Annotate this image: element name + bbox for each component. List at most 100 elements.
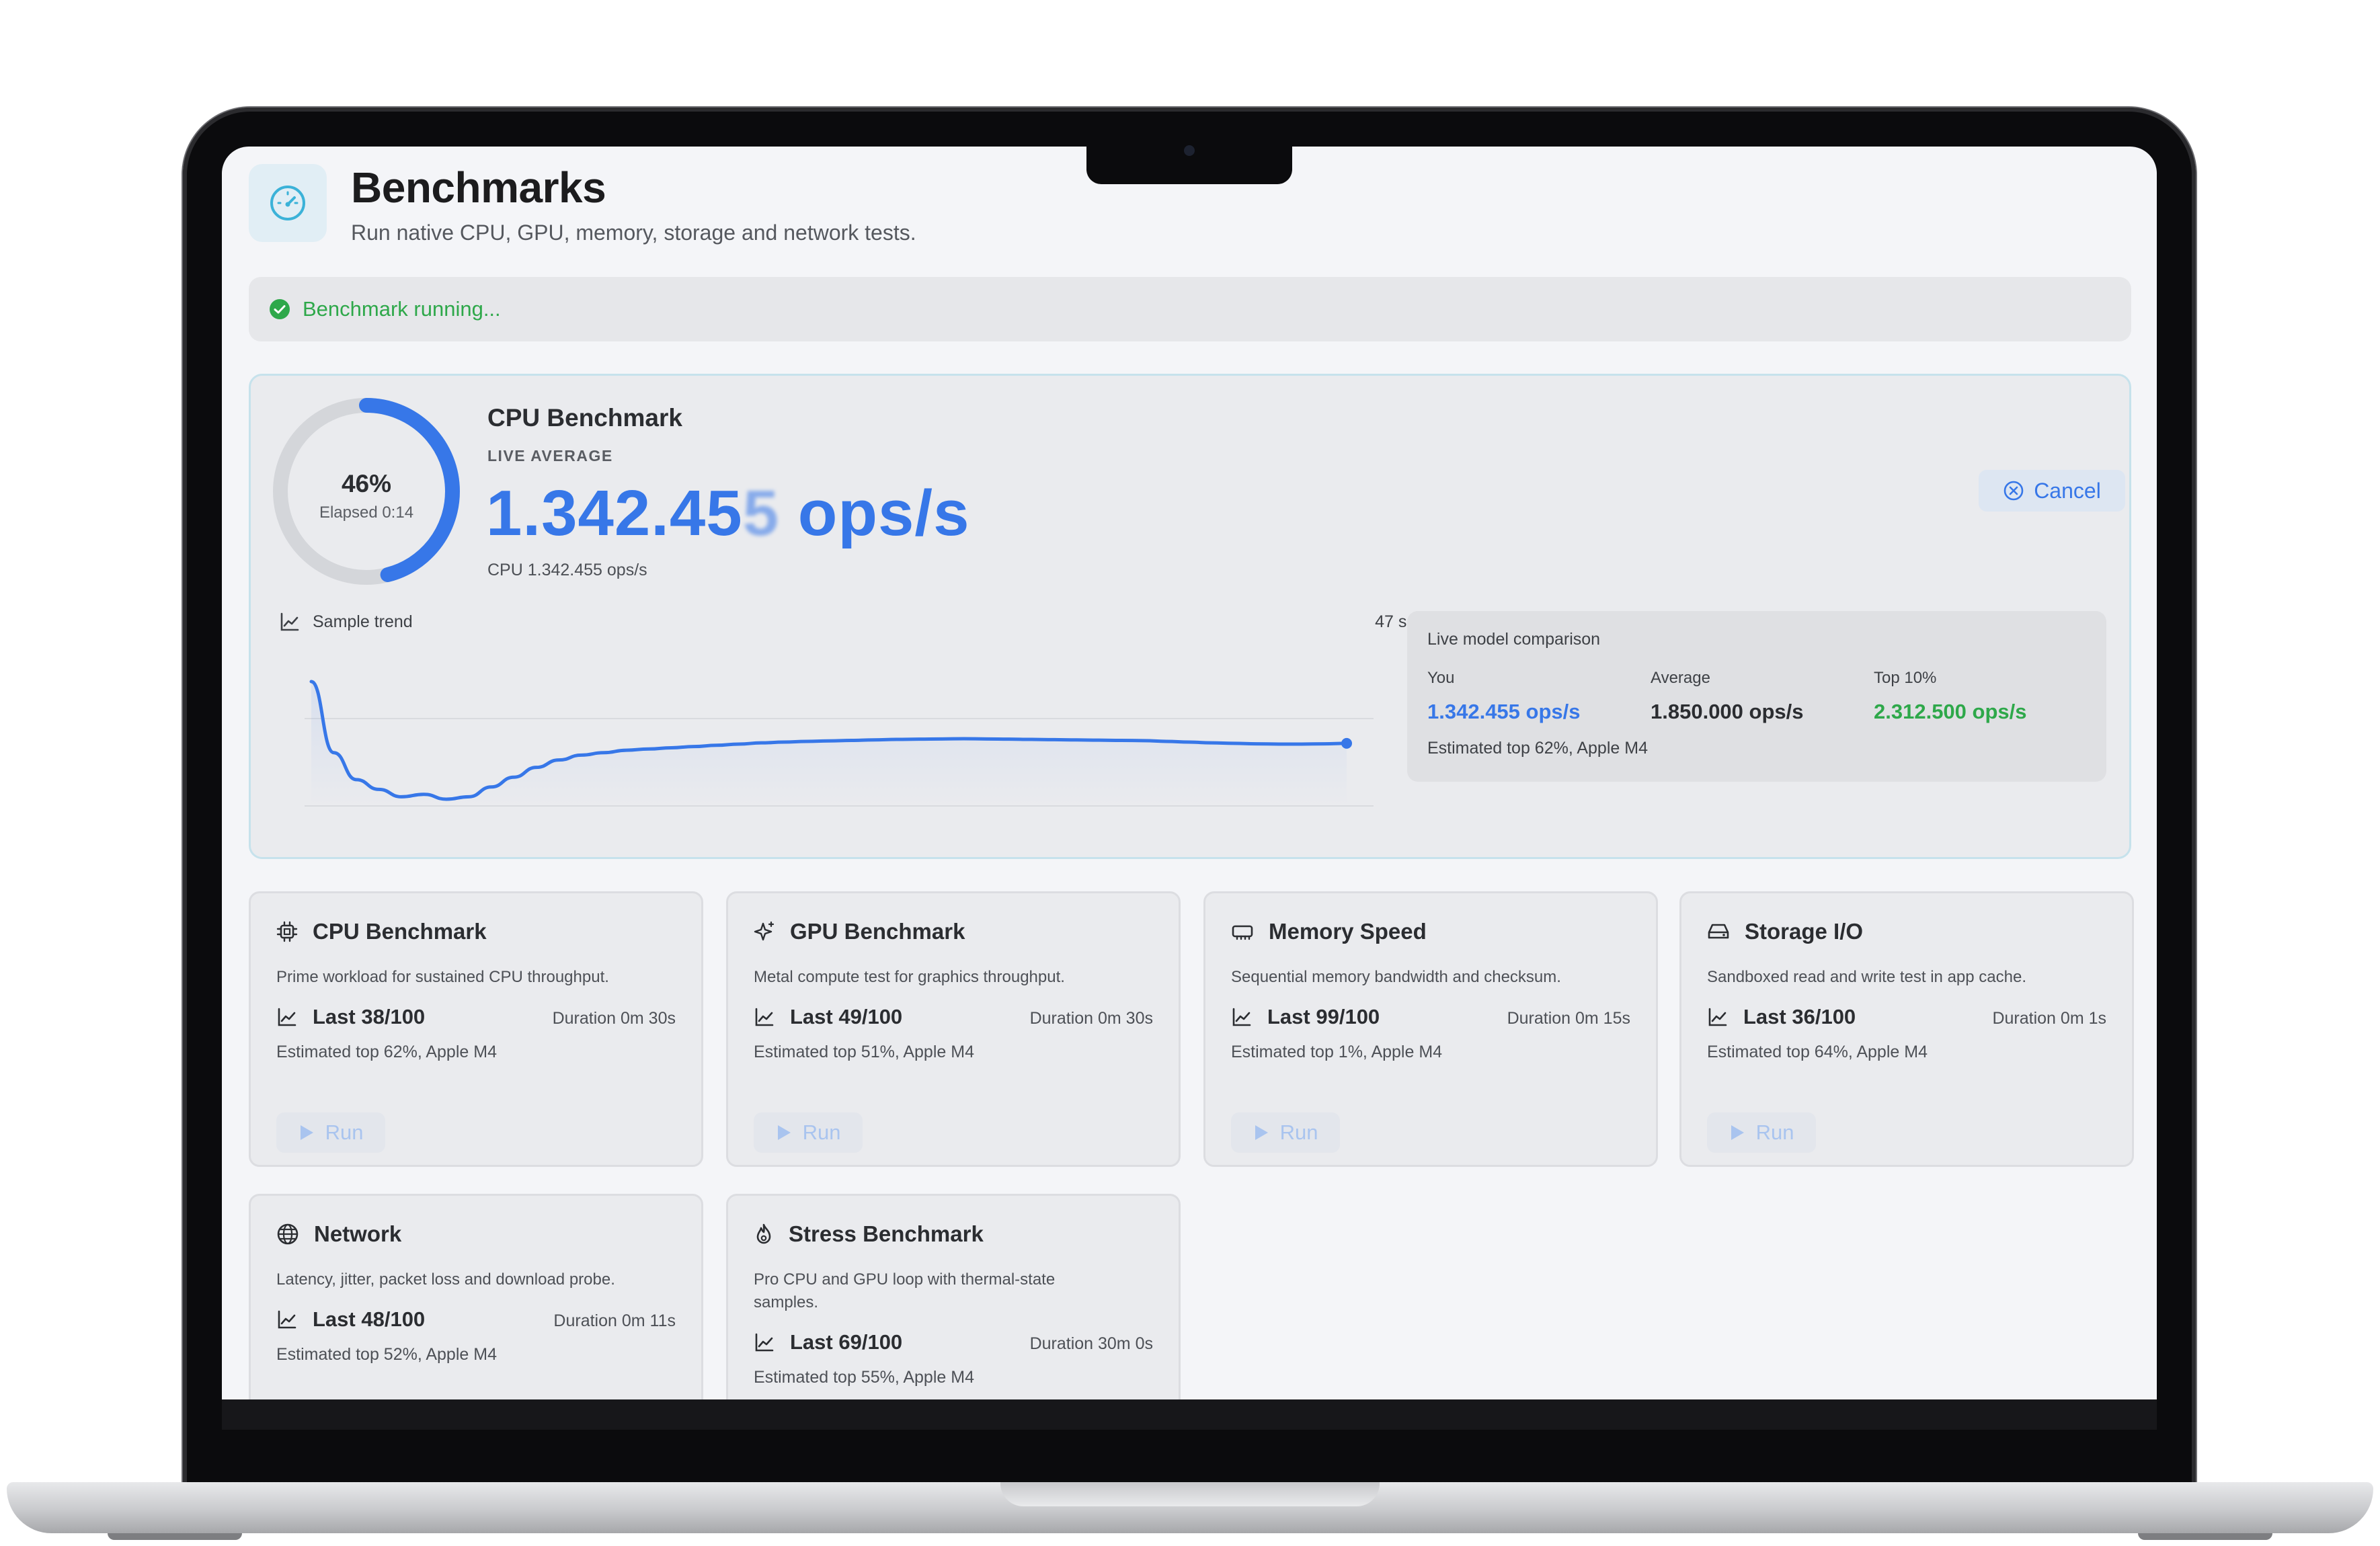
card-last-score: Last 49/100 [790,1005,903,1028]
comparison-average: Average 1.850.000 ops/s [1651,669,1804,724]
comparison-you: You 1.342.455 ops/s [1427,669,1581,724]
chart-line-icon [278,1310,296,1329]
card-title: Memory Speed [1269,919,1427,944]
comparison-top-label: Top 10% [1874,669,1937,687]
live-value-unit: ops/s [797,477,970,549]
laptop-foot-right [2138,1533,2272,1540]
play-icon [1255,1125,1268,1140]
header-icon-box [249,164,327,242]
run-storage-button[interactable]: Run [1707,1112,1816,1153]
play-icon [777,1125,791,1140]
card-duration: Duration 0m 30s [552,1009,676,1028]
card-duration: Duration 30m 0s [1029,1334,1153,1353]
camera-icon [1184,145,1195,156]
chart-line-icon [278,1008,296,1026]
live-average-value: 1.342.455 ops/s [486,477,969,551]
card-duration: Duration 0m 30s [1029,1009,1153,1028]
play-icon [300,1125,313,1140]
comparison-footnote: Estimated top 62%, Apple M4 [1427,739,1648,758]
card-title: Network [314,1221,402,1246]
card-description: Sequential memory bandwidth and checksum… [1231,968,1561,986]
benchmark-card-gpu: GPU Benchmark Metal compute test for gra… [726,891,1181,1167]
card-last-score: Last 99/100 [1267,1005,1380,1028]
chart-line-icon [755,1333,774,1352]
run-label: Run [1755,1121,1794,1144]
card-last-score: Last 48/100 [313,1307,426,1331]
drive-icon [1708,924,1729,939]
progress-percent: 46% [341,470,392,497]
trend-last-point [1341,737,1352,749]
chart-line-icon [1232,1008,1251,1026]
benchmark-card-cpu: CPU Benchmark Prime workload for sustain… [249,891,703,1167]
chart-line-icon [280,612,299,631]
status-banner: Benchmark running... [249,277,2131,341]
card-estimate: Estimated top 55%, Apple M4 [754,1368,974,1387]
run-label: Run [802,1121,841,1144]
page-title: Benchmarks [351,163,606,212]
live-value-caption: CPU 1.342.455 ops/s [487,561,647,579]
benchmark-card-stress: Stress Benchmark Pro CPU and GPU loop wi… [726,1194,1181,1399]
comparison-average-value: 1.850.000 ops/s [1651,700,1804,723]
app-window: Benchmarks Run native CPU, GPU, memory, … [222,147,2157,1399]
run-cpu-button[interactable]: Run [276,1112,385,1153]
run-label: Run [1279,1121,1318,1144]
chart-line-icon [755,1008,774,1026]
card-estimate: Estimated top 64%, Apple M4 [1707,1043,1928,1061]
model-comparison-box: Live model comparison You 1.342.455 ops/… [1407,611,2106,782]
card-description: Metal compute test for graphics throughp… [754,968,1065,986]
flame-icon [756,1223,771,1244]
running-benchmark-panel: 46% Elapsed 0:14 CPU Benchmark LIVE AVER… [249,374,2131,859]
card-title: CPU Benchmark [313,919,487,944]
memory-icon [1232,925,1253,940]
run-gpu-button[interactable]: Run [754,1112,863,1153]
live-value-rolling-digit: 5 [742,477,780,549]
elapsed-time: Elapsed 0:14 [319,503,414,522]
sparkle-icon [754,921,775,941]
card-title: GPU Benchmark [790,919,965,944]
card-last-score: Last 36/100 [1743,1005,1856,1028]
laptop-bottom-bezel [222,1399,2157,1430]
cancel-circle-icon [2004,481,2024,501]
card-estimate: Estimated top 62%, Apple M4 [276,1043,497,1061]
cancel-button[interactable]: Cancel [1979,470,2125,512]
card-description: Latency, jitter, packet loss and downloa… [276,1270,615,1289]
card-title: Storage I/O [1745,919,1864,944]
card-estimate: Estimated top 1%, Apple M4 [1231,1043,1443,1061]
card-last-score: Last 69/100 [790,1330,903,1354]
card-duration: Duration 0m 15s [1507,1009,1630,1028]
comparison-average-label: Average [1651,669,1710,687]
status-text: Benchmark running... [303,297,501,321]
benchmark-card-memory: Memory Speed Sequential memory bandwidth… [1203,891,1658,1167]
chart-line-icon [1708,1008,1727,1026]
speedometer-icon [270,186,305,220]
comparison-you-label: You [1427,669,1455,687]
card-title: Stress Benchmark [789,1221,984,1246]
card-duration: Duration 0m 11s [553,1311,676,1330]
card-description: Pro CPU and GPU loop with thermal-state … [754,1270,1056,1311]
card-estimate: Estimated top 51%, Apple M4 [754,1043,974,1061]
live-value-main: 1.342.45 [486,477,743,549]
cancel-label: Cancel [2034,478,2101,503]
comparison-top: Top 10% 2.312.500 ops/s [1874,669,2027,724]
comparison-top-value: 2.312.500 ops/s [1874,700,2027,723]
card-description: Sandboxed read and write test in app cac… [1707,968,2026,986]
card-duration: Duration 0m 1s [1992,1009,2106,1028]
page-subtitle: Run native CPU, GPU, memory, storage and… [351,220,916,245]
laptop-foot-left [108,1533,242,1540]
cpu-chip-icon [276,921,298,942]
run-label: Run [325,1121,364,1144]
benchmark-card-storage: Storage I/O Sandboxed read and write tes… [1679,891,2134,1167]
play-icon [1731,1125,1744,1140]
card-description: Prime workload for sustained CPU through… [276,968,609,986]
comparison-title: Live model comparison [1427,630,1601,649]
sample-trend-label: Sample trend [313,612,413,631]
sample-trend-chart [305,680,1374,807]
live-average-label: LIVE AVERAGE [487,447,613,464]
globe-icon [277,1223,299,1245]
laptop-opening-notch [1000,1482,1380,1506]
benchmark-card-network: Network Latency, jitter, packet loss and… [249,1194,703,1399]
card-estimate: Estimated top 52%, Apple M4 [276,1345,497,1364]
comparison-you-value: 1.342.455 ops/s [1427,700,1581,723]
run-memory-button[interactable]: Run [1231,1112,1340,1153]
card-last-score: Last 38/100 [313,1005,426,1028]
